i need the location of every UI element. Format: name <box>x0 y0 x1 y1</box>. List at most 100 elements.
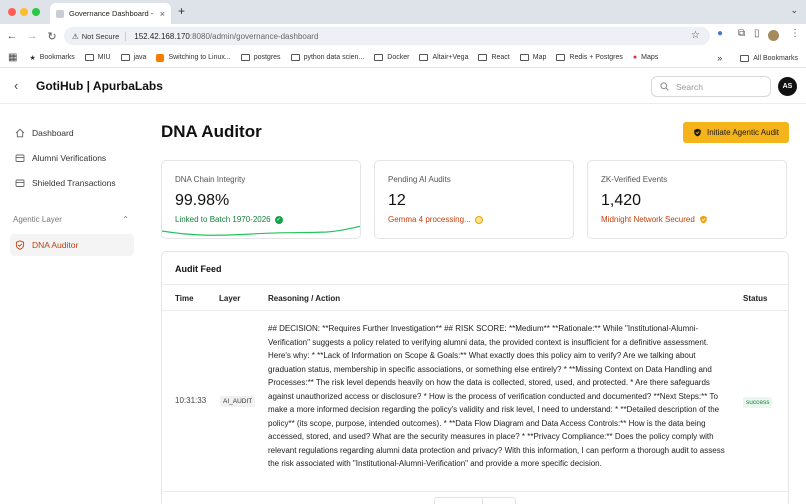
folder-icon <box>84 54 94 61</box>
search-icon <box>660 82 669 91</box>
user-avatar[interactable]: AS <box>778 77 797 96</box>
card-value: 99.98% <box>175 192 230 209</box>
bookmarks-bar: ▦ ★ Bookmarks MIU java Switching to Linux… <box>0 48 806 68</box>
sidebar-item-label: DNA Auditor <box>32 240 79 250</box>
layer-badge: AI_AUDIT <box>220 396 256 407</box>
bookmark-folder[interactable]: java <box>120 54 146 61</box>
database-icon <box>15 179 25 187</box>
app-header: ‹ GotiHub | ApurbaLabs Search AS <box>0 68 806 104</box>
card-value: 1,420 <box>601 192 642 209</box>
audit-feed-panel: Audit Feed Time Layer Reasoning / Action… <box>161 251 789 504</box>
window-minimize-button[interactable] <box>20 8 28 16</box>
bookmark-folder[interactable]: python data scien... <box>290 54 364 61</box>
bookmark-folder[interactable]: React <box>478 54 510 61</box>
chevron-up-icon[interactable]: ⌃ <box>122 215 129 224</box>
sidebar: Dashboard Alumni Verifications Shielded … <box>0 105 145 504</box>
pagination-control[interactable] <box>434 497 516 504</box>
sidebar-item-dna-auditor[interactable]: DNA Auditor <box>10 234 134 256</box>
stat-card-pending-ai-audits: Pending AI Audits 12 Gemma 4 processing.… <box>374 160 574 239</box>
window-maximize-button[interactable] <box>32 8 40 16</box>
tab-close-icon[interactable]: × <box>160 9 165 19</box>
extensions-puzzle-icon[interactable]: ⧉ <box>738 28 745 39</box>
all-bookmarks-link[interactable]: All Bookmarks <box>753 55 798 62</box>
folder-icon <box>120 54 130 61</box>
table-header: Time Layer Reasoning / Action Status <box>162 284 788 311</box>
folder-icon <box>374 54 384 61</box>
profile-avatar-icon[interactable] <box>768 30 779 41</box>
bookmark-star-icon[interactable]: ☆ <box>691 30 700 41</box>
browser-toolbar: ← → ↻ ⚠ Not Secure 152.42.168.170:8080/a… <box>0 24 806 48</box>
shield-icon <box>694 128 701 137</box>
stat-card-dna-chain-integrity: DNA Chain Integrity 99.98% Linked to Bat… <box>161 160 361 239</box>
sidebar-item-label: Shielded Transactions <box>32 178 116 188</box>
main-content: DNA Auditor Initiate Agentic Audit DNA C… <box>161 105 789 504</box>
bookmark-folder[interactable]: Redis + Postgres <box>556 54 623 61</box>
sidebar-item-shielded-transactions[interactable]: Shielded Transactions <box>10 172 134 194</box>
browser-menu-icon[interactable]: ⋮ <box>790 28 800 39</box>
reload-icon[interactable]: ↻ <box>42 30 62 43</box>
card-subtext: Midnight Network Secured <box>601 215 708 224</box>
bookmark-folder[interactable]: Map <box>519 54 546 61</box>
browser-tab-strip: Governance Dashboard - GotiHub × + ⌄ <box>0 0 806 24</box>
bookmark-folder[interactable]: Altair+Vega <box>419 54 468 61</box>
shield-check-icon <box>700 215 707 224</box>
split-view-icon[interactable]: ▯ <box>754 28 760 39</box>
window-close-button[interactable] <box>8 8 16 16</box>
new-tab-button[interactable]: + <box>178 4 185 18</box>
pending-dot-icon <box>474 215 483 224</box>
back-arrow-icon[interactable]: ← <box>2 30 22 42</box>
card-label: Pending AI Audits <box>388 175 451 184</box>
sidebar-item-label: Alumni Verifications <box>32 153 107 163</box>
cell-reasoning: ## DECISION: **Requires Further Investig… <box>268 324 725 468</box>
card-subtext: Gemma 4 processing... <box>388 215 483 224</box>
sidebar-section-agentic-layer[interactable]: Agentic Layer ⌃ <box>13 215 129 224</box>
tab-search-icon[interactable]: ⌄ <box>790 5 798 16</box>
sidebar-item-alumni-verifications[interactable]: Alumni Verifications <box>10 147 134 169</box>
card-label: ZK-Verified Events <box>601 175 668 184</box>
back-chevron-icon[interactable]: ‹ <box>14 78 18 93</box>
apps-grid-icon[interactable]: ▦ <box>8 52 17 63</box>
warning-icon: ⚠ <box>72 31 79 41</box>
folder-icon <box>419 54 429 61</box>
security-indicator[interactable]: ⚠ Not Secure <box>72 31 127 41</box>
tab-favicon-icon <box>56 9 64 18</box>
address-bar[interactable]: ⚠ Not Secure 152.42.168.170:8080/admin/g… <box>64 27 710 45</box>
sidebar-section-label: Agentic Layer <box>13 215 62 224</box>
button-label: Initiate Agentic Audit <box>706 128 780 137</box>
bookmark-folder[interactable]: postgres <box>240 54 281 61</box>
status-badge: success <box>743 397 773 408</box>
card-subtext: Linked to Batch 1970-2026 ✓ <box>175 215 283 224</box>
sparkline <box>162 225 360 236</box>
extension-icon[interactable]: ● <box>717 28 723 39</box>
card-label: DNA Chain Integrity <box>175 175 246 184</box>
bookmark-item[interactable]: ★ Bookmarks <box>29 54 74 62</box>
initiate-agentic-audit-button[interactable]: Initiate Agentic Audit <box>683 122 789 143</box>
folder-icon <box>478 54 488 61</box>
card-value: 12 <box>388 192 406 209</box>
folder-icon <box>519 54 529 61</box>
check-circle-icon: ✓ <box>274 215 283 224</box>
forward-arrow-icon[interactable]: → <box>22 30 42 42</box>
shield-icon <box>15 240 25 250</box>
sidebar-item-label: Dashboard <box>32 128 74 138</box>
search-input[interactable]: Search <box>651 76 771 97</box>
more-bookmarks-icon[interactable]: » <box>717 53 722 63</box>
bookmark-item[interactable]: ● Maps <box>633 54 658 61</box>
not-secure-label: Not Secure <box>81 31 120 41</box>
database-icon <box>15 154 25 162</box>
column-header-time: Time <box>175 294 194 303</box>
bookmark-folder[interactable]: MIU <box>84 54 111 61</box>
folder-icon <box>290 54 300 61</box>
cell-time: 10:31:33 <box>175 396 207 405</box>
brand-title: GotiHub | ApurbaLabs <box>36 79 163 93</box>
url-text[interactable]: 152.42.168.170:8080/admin/governance-das… <box>134 32 318 41</box>
page-title: DNA Auditor <box>161 122 262 141</box>
sidebar-item-dashboard[interactable]: Dashboard <box>10 122 134 144</box>
bookmark-item[interactable]: Switching to Linux... <box>156 53 231 62</box>
bookmark-folder[interactable]: Docker <box>374 54 409 61</box>
blogger-icon <box>156 53 165 62</box>
star-icon: ★ <box>29 54 36 62</box>
browser-tab[interactable]: Governance Dashboard - GotiHub × <box>50 3 171 24</box>
map-pin-icon: ● <box>632 54 638 61</box>
app-root: ‹ GotiHub | ApurbaLabs Search AS Dashboa… <box>0 68 806 504</box>
